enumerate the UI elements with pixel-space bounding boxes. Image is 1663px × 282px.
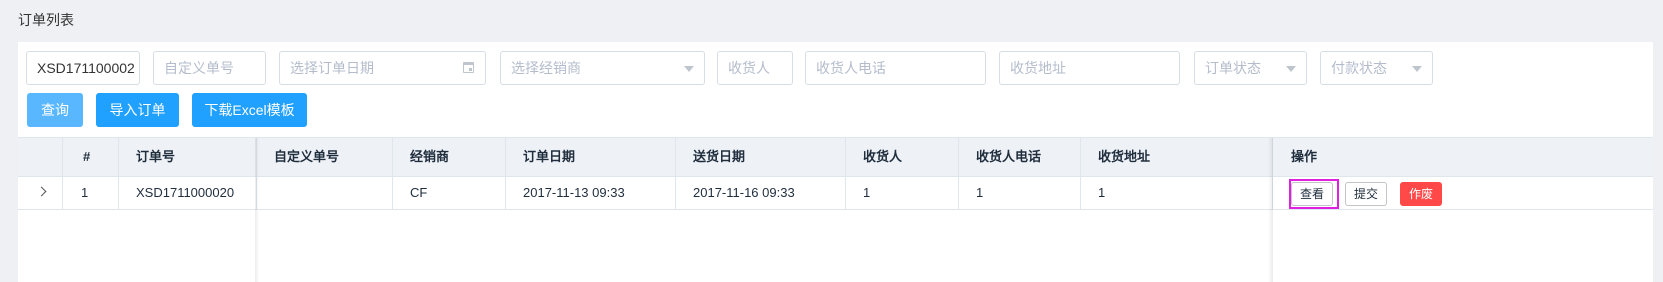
- column-header-dealer: 经销商: [410, 149, 450, 164]
- custom-no-placeholder: 自定义单号: [164, 60, 234, 76]
- column-header-receiver-phone: 收货人电话: [976, 149, 1042, 164]
- payment-status-select[interactable]: 付款状态: [1320, 51, 1433, 85]
- cell-order-date: 2017-11-13 09:33: [523, 185, 625, 200]
- order-table: # 订单号 自定义单号 经销商 订单日期 送货日期 收货人 收货人电话 收货地址…: [18, 137, 1653, 282]
- page-title: 订单列表: [18, 12, 74, 28]
- cell-receiver-phone: 1: [976, 185, 984, 200]
- table-row[interactable]: 1 XSD1711000020 CF 2017-11-13 09:33 2017…: [18, 177, 1653, 210]
- payment-status-placeholder: 付款状态: [1331, 60, 1387, 76]
- column-header-index: #: [83, 149, 91, 164]
- fixed-column-shadow-left: [255, 138, 259, 282]
- query-button[interactable]: 查询: [27, 93, 83, 127]
- chevron-down-icon: [684, 66, 694, 72]
- fixed-column-shadow-right: [1268, 138, 1273, 282]
- receiver-phone-placeholder: 收货人电话: [816, 60, 886, 76]
- cell-order-no: XSD1711000020: [136, 185, 235, 200]
- column-divider: [118, 138, 119, 210]
- column-header-delivery-date: 送货日期: [693, 149, 746, 164]
- column-divider: [505, 138, 506, 210]
- order-list-panel: XSD171100002 自定义单号 选择订单日期 选择经销商 收货人 收货人电…: [18, 42, 1653, 282]
- column-divider: [1080, 138, 1081, 210]
- receiver-input[interactable]: 收货人: [717, 51, 793, 85]
- column-header-receiver-address: 收货地址: [1098, 149, 1151, 164]
- column-divider: [845, 138, 846, 210]
- order-list-page: 订单列表 XSD171100002 自定义单号 选择订单日期 选择经销商 收货人…: [0, 0, 1663, 282]
- submit-button[interactable]: 提交: [1345, 182, 1387, 206]
- column-header-receiver: 收货人: [863, 149, 903, 164]
- download-excel-template-button[interactable]: 下载Excel模板: [192, 93, 307, 127]
- order-date-picker[interactable]: 选择订单日期: [279, 51, 486, 85]
- table-header: # 订单号 自定义单号 经销商 订单日期 送货日期 收货人 收货人电话 收货地址…: [18, 138, 1653, 177]
- order-no-input[interactable]: XSD171100002: [26, 51, 140, 85]
- order-no-value: XSD171100002: [37, 60, 135, 76]
- receiver-placeholder: 收货人: [728, 60, 770, 76]
- column-header-custom-no: 自定义单号: [274, 149, 340, 164]
- custom-no-input[interactable]: 自定义单号: [153, 51, 266, 85]
- column-header-order-no: 订单号: [136, 149, 176, 164]
- chevron-down-icon: [1412, 66, 1422, 72]
- import-order-button[interactable]: 导入订单: [96, 93, 179, 127]
- cell-receiver-address: 1: [1098, 185, 1106, 200]
- order-date-placeholder: 选择订单日期: [290, 60, 374, 76]
- cell-receiver: 1: [863, 185, 871, 200]
- order-status-placeholder: 订单状态: [1205, 60, 1261, 76]
- order-status-select[interactable]: 订单状态: [1194, 51, 1307, 85]
- chevron-right-icon[interactable]: [36, 186, 47, 197]
- void-button[interactable]: 作废: [1400, 182, 1442, 206]
- calendar-icon: [463, 62, 474, 73]
- receiver-address-placeholder: 收货地址: [1010, 60, 1066, 76]
- view-button-highlight: [1289, 179, 1339, 209]
- column-divider: [958, 138, 959, 210]
- dealer-placeholder: 选择经销商: [511, 60, 581, 76]
- cell-delivery-date: 2017-11-16 09:33: [693, 185, 795, 200]
- dealer-select[interactable]: 选择经销商: [500, 51, 705, 85]
- column-divider: [62, 138, 63, 210]
- chevron-down-icon: [1286, 66, 1296, 72]
- receiver-phone-input[interactable]: 收货人电话: [805, 51, 986, 85]
- column-header-order-date: 订单日期: [523, 149, 576, 164]
- cell-index: 1: [81, 185, 89, 200]
- column-divider: [392, 138, 393, 210]
- column-header-operation: 操作: [1291, 149, 1318, 164]
- column-divider: [675, 138, 676, 210]
- cell-dealer: CF: [410, 185, 428, 200]
- receiver-address-input[interactable]: 收货地址: [999, 51, 1180, 85]
